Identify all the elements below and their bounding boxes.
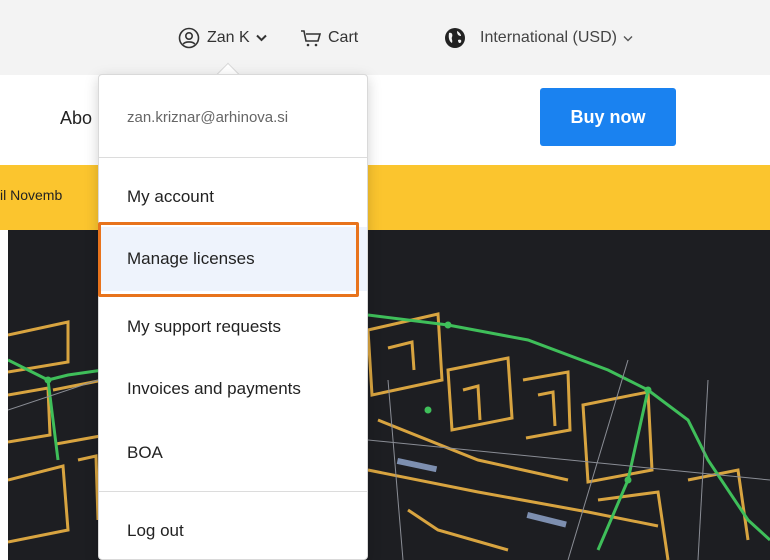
user-menu-toggle[interactable]: Zan K [178,24,267,52]
cart-label: Cart [328,29,359,46]
account-email: zan.kriznar@arhinova.si [127,109,289,126]
top-utility-bar: Zan K Cart International (USD) [0,0,770,75]
region-label: International (USD) [480,29,617,46]
cart-link[interactable]: Cart [300,24,358,52]
account-dropdown-menu: zan.kriznar@arhinova.si My account Manag… [98,74,368,560]
user-name: Zan K [207,29,250,46]
menu-item-support-requests[interactable]: My support requests [99,295,367,359]
dropdown-divider [99,157,367,158]
menu-item-boa[interactable]: BOA [99,421,367,485]
user-circle-icon [178,27,200,49]
chevron-down-icon [255,34,267,42]
nav-about-link[interactable]: Abo [60,108,92,129]
cart-icon [300,28,322,48]
menu-item-invoices-payments[interactable]: Invoices and payments [99,357,367,421]
highlight-outline [98,222,359,297]
banner-text: il Novemb [0,187,63,203]
menu-item-log-out[interactable]: Log out [99,499,367,559]
buy-now-button[interactable]: Buy now [540,88,676,146]
region-selector[interactable]: International (USD) [444,24,633,52]
chevron-down-icon [623,35,633,42]
globe-icon [444,27,466,49]
dropdown-divider [99,491,367,492]
menu-item-my-account[interactable]: My account [99,165,367,229]
